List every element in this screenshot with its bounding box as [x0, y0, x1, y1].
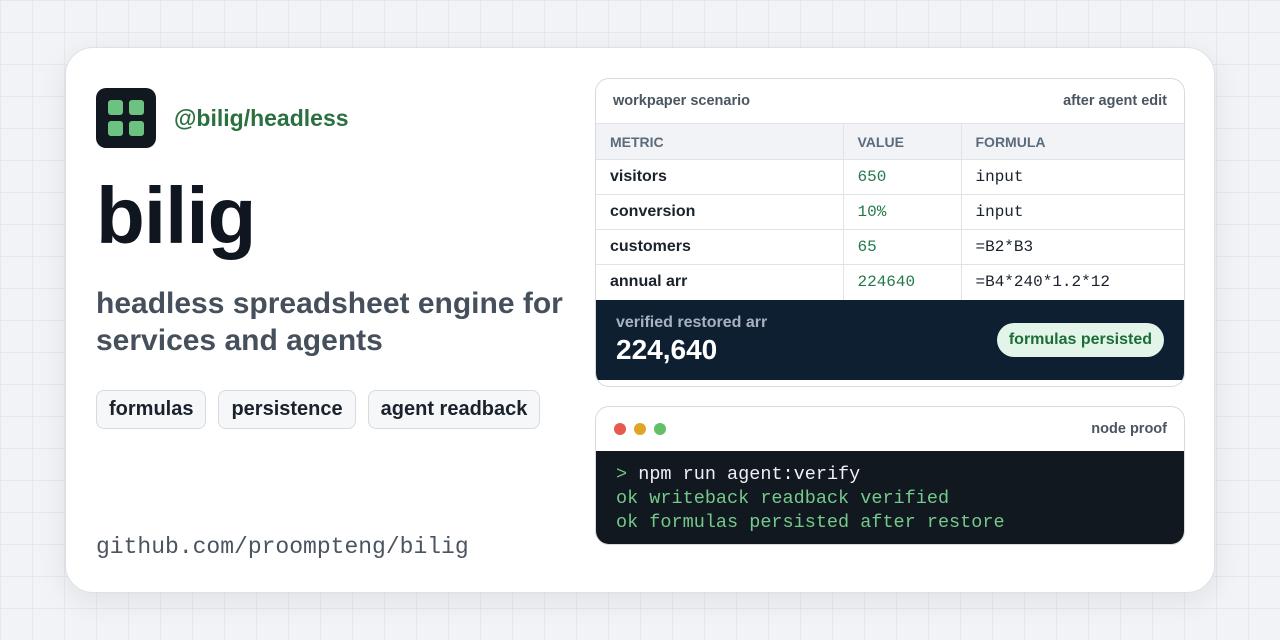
minimize-dot-icon — [634, 423, 646, 435]
formula-cell[interactable]: input — [960, 159, 1184, 195]
metrics-table: METRIC VALUE FORMULA visitors 650 input … — [596, 123, 1184, 300]
close-dot-icon — [614, 423, 626, 435]
prompt-icon: > — [616, 464, 628, 485]
value-cell[interactable]: 650 — [842, 159, 961, 195]
summary-label: verified restored arr — [616, 313, 768, 331]
metric-cell[interactable]: visitors — [596, 159, 843, 195]
table-header-row: METRIC VALUE FORMULA — [596, 123, 1184, 160]
value-cell[interactable]: 10% — [842, 194, 961, 230]
brand-row: @bilig/headless — [96, 88, 556, 148]
value-cell[interactable]: 224640 — [842, 264, 961, 300]
metric-cell[interactable]: annual arr — [596, 264, 843, 300]
metric-cell[interactable]: customers — [596, 229, 843, 265]
value-cell[interactable]: 65 — [842, 229, 961, 265]
table-row: customers 65 =B2*B3 — [596, 229, 1184, 265]
output-line: ok writeback readback verified — [616, 488, 950, 509]
tag-agent-readback: agent readback — [367, 390, 541, 429]
summary-value: 224,640 — [616, 333, 718, 365]
package-name: @bilig/headless — [174, 104, 349, 131]
terminal-title: node proof — [1091, 421, 1167, 437]
formula-cell[interactable]: =B2*B3 — [960, 229, 1184, 265]
tagline: headless spreadsheet engine for services… — [96, 287, 563, 357]
terminal-panel: node proof > npm run agent:verify ok wri… — [595, 406, 1185, 545]
table-row: visitors 650 input — [596, 159, 1184, 195]
repo-link[interactable]: github.com/proompteng/bilig — [96, 534, 469, 560]
metric-cell[interactable]: conversion — [596, 194, 843, 230]
output-line: ok formulas persisted after restore — [616, 512, 1005, 533]
workpaper-panel: workpaper scenario after agent edit METR… — [595, 78, 1185, 387]
table-row: conversion 10% input — [596, 194, 1184, 230]
table-row: annual arr 224640 =B4*240*1.2*12 — [596, 264, 1184, 300]
column-header-formula: FORMULA — [960, 123, 1184, 160]
command-text: npm run agent:verify — [638, 464, 861, 485]
workpaper-title: workpaper scenario — [613, 93, 750, 109]
tag-formulas: formulas — [96, 390, 207, 429]
intro-panel: @bilig/headless bilig headless spreadshe… — [96, 88, 563, 568]
formula-cell[interactable]: =B4*240*1.2*12 — [960, 264, 1184, 300]
terminal-output: > npm run agent:verify ok writeback read… — [596, 451, 1184, 544]
formula-cell[interactable]: input — [960, 194, 1184, 230]
status-badge: formulas persisted — [996, 322, 1164, 357]
verified-summary: verified restored arr 224,640 formulas p… — [596, 299, 1184, 380]
tag-persistence: persistence — [218, 390, 356, 429]
column-header-metric: METRIC — [596, 123, 843, 160]
terminal-header: node proof — [596, 407, 1184, 451]
feature-tags: formulas persistence agent readback — [96, 390, 541, 429]
workpaper-header: workpaper scenario after agent edit — [596, 79, 1184, 123]
command-line: > npm run agent:verify — [616, 463, 1164, 487]
maximize-dot-icon — [654, 423, 666, 435]
page-title: bilig — [96, 171, 256, 260]
column-header-value: VALUE — [842, 123, 961, 160]
workpaper-status: after agent edit — [1063, 93, 1167, 109]
window-controls — [614, 423, 666, 435]
hero-card: @bilig/headless bilig headless spreadshe… — [65, 47, 1215, 593]
grid-icon — [96, 88, 156, 148]
